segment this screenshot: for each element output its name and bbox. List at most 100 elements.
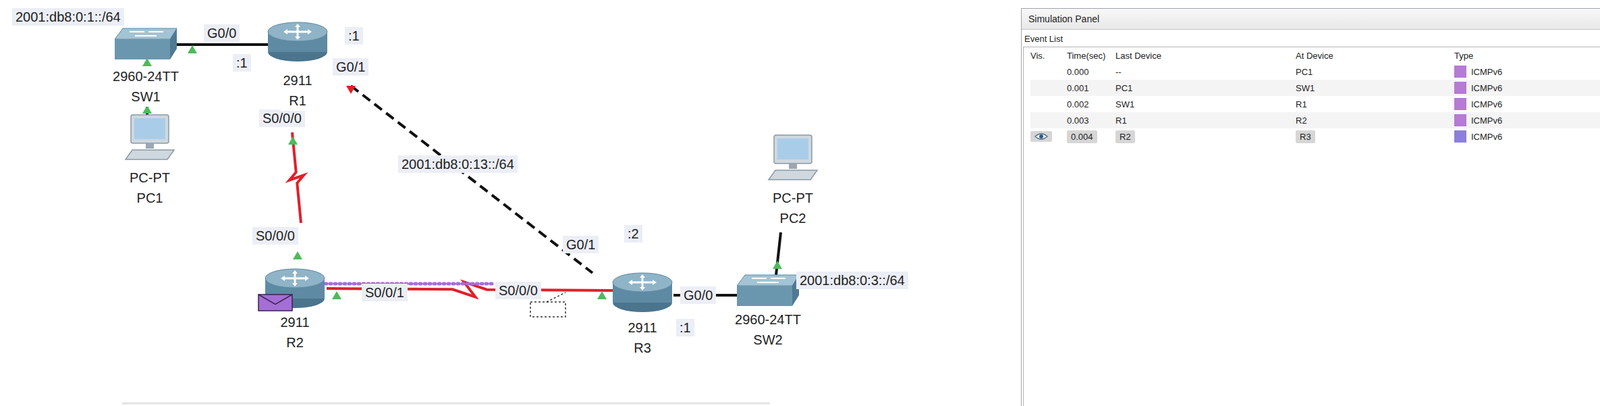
link-light-icon xyxy=(346,85,356,94)
device-label: 2911R1 xyxy=(280,70,315,111)
event-list-label: Event List xyxy=(1021,29,1600,47)
device-model: 2911 xyxy=(627,317,657,338)
device-model: 2911 xyxy=(280,311,310,333)
network-label: 2001:db8:0:3::/64 xyxy=(796,271,909,289)
device-name: R1 xyxy=(282,90,312,111)
device-model: PC-PT xyxy=(772,187,814,208)
at-device-cell: PC1 xyxy=(1295,66,1455,77)
interface-label: S0/0/1 xyxy=(361,283,408,301)
column-header[interactable]: At Device xyxy=(1295,50,1455,61)
type-cell: ICMPv6 xyxy=(1454,65,1600,78)
event-list-table: Vis.Time(sec)Last DeviceAt DeviceType0.0… xyxy=(1023,46,1600,406)
type-color-swatch xyxy=(1454,97,1467,110)
crossover-link[interactable] xyxy=(350,85,593,273)
at-device-cell: SW1 xyxy=(1295,83,1455,94)
link-light-icon xyxy=(332,290,342,299)
device-label: 2911R2 xyxy=(277,311,312,353)
device-model: 2911 xyxy=(282,70,312,91)
network-label: 2001:db8:0:13::/64 xyxy=(398,155,518,173)
column-header[interactable]: Type xyxy=(1454,50,1600,61)
network-label: 2001:db8:0:1::/64 xyxy=(12,8,125,26)
visible-toggle[interactable] xyxy=(1030,130,1053,142)
device-label: 2960-24TTSW1 xyxy=(109,66,182,107)
serial-link[interactable] xyxy=(296,281,613,297)
device-model: 2960-24TT xyxy=(734,309,802,330)
canvas-edge xyxy=(122,402,770,405)
vis-cell[interactable] xyxy=(1030,130,1067,142)
pc-icon[interactable] xyxy=(768,134,818,180)
device-model: PC-PT xyxy=(129,167,171,188)
last-device-cell: -- xyxy=(1115,66,1296,77)
column-header[interactable]: Last Device xyxy=(1115,50,1296,61)
type-cell: ICMPv6 xyxy=(1454,97,1600,110)
interface-label: G0/0 xyxy=(680,286,716,304)
type-cell: ICMPv6 xyxy=(1454,130,1600,143)
time-cell: 0.000 xyxy=(1066,66,1116,77)
router-icon[interactable] xyxy=(267,22,328,62)
link-light-icon xyxy=(288,136,298,145)
time-cell: 0.001 xyxy=(1066,83,1116,94)
last-device-cell: PC1 xyxy=(1115,83,1296,94)
last-device-cell: SW1 xyxy=(1115,99,1296,110)
link-light-icon xyxy=(597,290,607,299)
device-name: PC1 xyxy=(129,187,171,208)
address-label: :1 xyxy=(344,26,364,45)
device-label: 2911R3 xyxy=(624,317,660,358)
switch-icon[interactable] xyxy=(736,274,799,306)
interface-label: G0/1 xyxy=(332,58,369,76)
event-row[interactable]: 0.000--PC1ICMPv6 xyxy=(1030,63,1600,80)
column-header[interactable]: Time(sec) xyxy=(1066,50,1116,61)
ethernet-link[interactable] xyxy=(176,44,269,46)
at-device-cell: R2 xyxy=(1295,115,1455,126)
event-row[interactable]: 0.004R2R3ICMPv6 xyxy=(1030,128,1600,145)
event-row[interactable]: 0.002SW1R1ICMPv6 xyxy=(1030,95,1600,113)
type-color-swatch xyxy=(1454,65,1467,78)
link-light-icon xyxy=(187,45,198,54)
pdu-envelope-icon[interactable] xyxy=(258,294,293,311)
router-icon[interactable] xyxy=(612,272,673,312)
address-label: :2 xyxy=(624,224,643,243)
pc-icon[interactable] xyxy=(125,114,175,160)
table-header: Vis.Time(sec)Last DeviceAt DeviceType xyxy=(1030,47,1600,64)
eye-icon xyxy=(1034,132,1048,141)
serial-link[interactable] xyxy=(289,132,304,223)
at-device-cell: R1 xyxy=(1295,99,1455,110)
link-light-icon xyxy=(292,251,303,260)
device-label: 2960-24TTSW2 xyxy=(732,309,804,350)
event-row[interactable]: 0.001PC1SW1ICMPv6 xyxy=(1030,79,1600,96)
type-color-swatch xyxy=(1454,130,1467,143)
time-cell: 0.004 xyxy=(1066,130,1116,144)
type-color-swatch xyxy=(1454,81,1467,94)
type-color-swatch xyxy=(1454,114,1467,127)
device-name: SW2 xyxy=(734,329,802,350)
last-device-cell: R2 xyxy=(1115,130,1296,144)
type-cell: ICMPv6 xyxy=(1454,81,1600,94)
link-light-icon xyxy=(772,260,783,269)
device-name: R3 xyxy=(627,337,657,358)
topology-canvas[interactable]: 2001:db8:0:1::/64G0/0:1:1G0/1S0/0/02001:… xyxy=(0,0,1022,406)
simulation-panel: Simulation PanelEvent ListVis.Time(sec)L… xyxy=(1021,8,1600,406)
column-header[interactable]: Vis. xyxy=(1030,50,1067,61)
interface-label: S0/0/0 xyxy=(495,281,542,299)
switch-icon[interactable] xyxy=(114,28,177,60)
device-model: 2960-24TT xyxy=(112,66,179,87)
interface-label: S0/0/0 xyxy=(259,109,306,127)
device-label: PC-PTPC1 xyxy=(126,167,173,208)
time-cell: 0.002 xyxy=(1066,99,1116,110)
interface-label: G0/1 xyxy=(562,235,599,254)
interface-label: S0/0/0 xyxy=(252,226,299,245)
device-label: PC-PTPC2 xyxy=(769,187,816,229)
device-name: PC2 xyxy=(772,207,814,229)
last-device-cell: R1 xyxy=(1115,115,1296,126)
type-cell: ICMPv6 xyxy=(1454,114,1600,127)
device-name: SW1 xyxy=(112,86,179,107)
address-label: :1 xyxy=(676,318,695,337)
packet-tracer-window: 2001:db8:0:1::/64G0/0:1:1G0/1S0/0/02001:… xyxy=(0,0,1600,406)
event-row[interactable]: 0.003R1R2ICMPv6 xyxy=(1030,112,1600,129)
time-cell: 0.003 xyxy=(1066,115,1116,126)
device-name: R2 xyxy=(280,332,310,353)
panel-title: Simulation Panel xyxy=(1021,8,1600,30)
at-device-cell: R3 xyxy=(1295,130,1455,144)
address-label: :1 xyxy=(232,53,252,72)
interface-label: G0/0 xyxy=(203,24,240,42)
